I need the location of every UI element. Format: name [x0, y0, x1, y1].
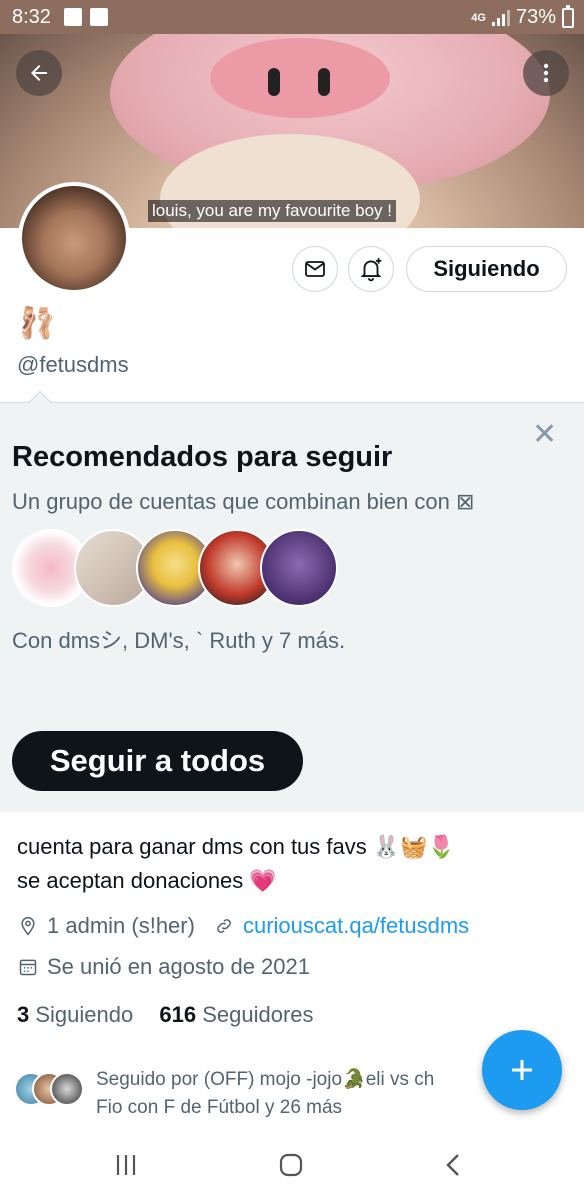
message-button[interactable] — [292, 246, 338, 292]
bio-line: cuenta para ganar dms con tus favs 🐰🧺🌷 — [17, 834, 456, 859]
more-vertical-icon — [543, 63, 549, 83]
recent-apps-button[interactable] — [114, 1152, 138, 1185]
image-notification-icon — [90, 8, 108, 26]
more-options-button[interactable] — [523, 50, 569, 96]
profile-joined-date: Se unió en agosto de 2021 — [47, 954, 311, 979]
profile-avatar[interactable] — [18, 182, 130, 294]
recommended-avatars[interactable] — [12, 529, 342, 609]
profile-bio: cuenta para ganar dms con tus favs 🐰🧺🌷 s… — [17, 830, 455, 898]
status-right: 4G 73% — [471, 4, 574, 29]
link-icon — [213, 915, 235, 937]
profile-joined-row: Se unió en agosto de 2021 — [17, 954, 310, 980]
follow-all-button[interactable]: Seguir a todos — [12, 731, 303, 791]
location-pin-icon — [17, 915, 39, 937]
followed-by-line: Fio con F de Fútbol y 26 más — [96, 1097, 343, 1118]
check-notification-icon — [64, 8, 82, 26]
system-navigation-bar — [0, 1136, 584, 1200]
recommendations-panel: ✕ Recomendados para seguir Un grupo de c… — [0, 390, 584, 812]
following-stat[interactable]: 3 Siguiendo — [17, 1002, 133, 1027]
battery-icon — [562, 4, 574, 28]
network-type: 4G — [471, 11, 486, 24]
calendar-icon — [17, 956, 39, 978]
followed-by-line: Seguido por (OFF) mojo -jojo🐊eli vs ch — [96, 1069, 435, 1090]
followed-by-row[interactable]: Seguido por (OFF) mojo -jojo🐊eli vs ch F… — [14, 1066, 484, 1126]
back-button[interactable] — [16, 50, 62, 96]
followed-by-text: Seguido por (OFF) mojo -jojo🐊eli vs ch F… — [96, 1066, 434, 1122]
battery-level: 73% — [515, 6, 556, 28]
followers-count: 616 — [159, 1002, 197, 1027]
status-bar: 8:32 4G 73% — [0, 0, 584, 34]
bell-plus-icon — [360, 258, 382, 282]
following-count: 3 — [17, 1002, 30, 1027]
recommendations-title: Recomendados para seguir — [12, 441, 393, 473]
profile-display-name: 🩰 — [18, 307, 56, 340]
notifications-button[interactable] — [348, 246, 394, 292]
home-button[interactable] — [278, 1152, 304, 1185]
status-time: 8:32 — [12, 6, 51, 28]
bio-line: se aceptan donaciones 💗 — [17, 868, 277, 893]
back-nav-button[interactable] — [444, 1152, 462, 1185]
following-label: Siguiendo — [35, 1002, 134, 1027]
follower-avatar — [50, 1072, 84, 1106]
followers-stat[interactable]: 616 Seguidores — [159, 1002, 313, 1027]
plus-icon — [512, 1060, 532, 1080]
profile-meta-row: 1 admin (s!her) curiouscat.qa/fetusdms — [17, 913, 469, 939]
close-icon[interactable]: ✕ — [532, 417, 557, 452]
follow-stats: 3 Siguiendo 616 Seguidores — [17, 1002, 314, 1028]
envelope-icon — [305, 261, 325, 277]
panel-pointer — [28, 390, 52, 414]
recommended-members-text: Con dmsシ, DM's, ` Ruth y 7 más. — [12, 628, 346, 653]
profile-handle: @fetusdms — [17, 352, 129, 377]
following-button[interactable]: Siguiendo — [406, 246, 567, 292]
compose-button[interactable] — [482, 1030, 562, 1110]
nostril-right — [318, 68, 330, 96]
profile-link[interactable]: curiouscat.qa/fetusdms — [243, 913, 469, 939]
banner-snout — [210, 38, 390, 118]
signal-icon — [491, 9, 510, 26]
profile-location: 1 admin (s!her) — [47, 913, 195, 938]
nostril-left — [268, 68, 280, 96]
recommended-avatar[interactable] — [260, 529, 338, 607]
arrow-left-icon — [31, 65, 47, 81]
recommendations-subtitle: Un grupo de cuentas que combinan bien co… — [12, 489, 475, 514]
followers-label: Seguidores — [202, 1002, 314, 1027]
banner-caption: louis, you are my favourite boy ! — [148, 200, 397, 222]
